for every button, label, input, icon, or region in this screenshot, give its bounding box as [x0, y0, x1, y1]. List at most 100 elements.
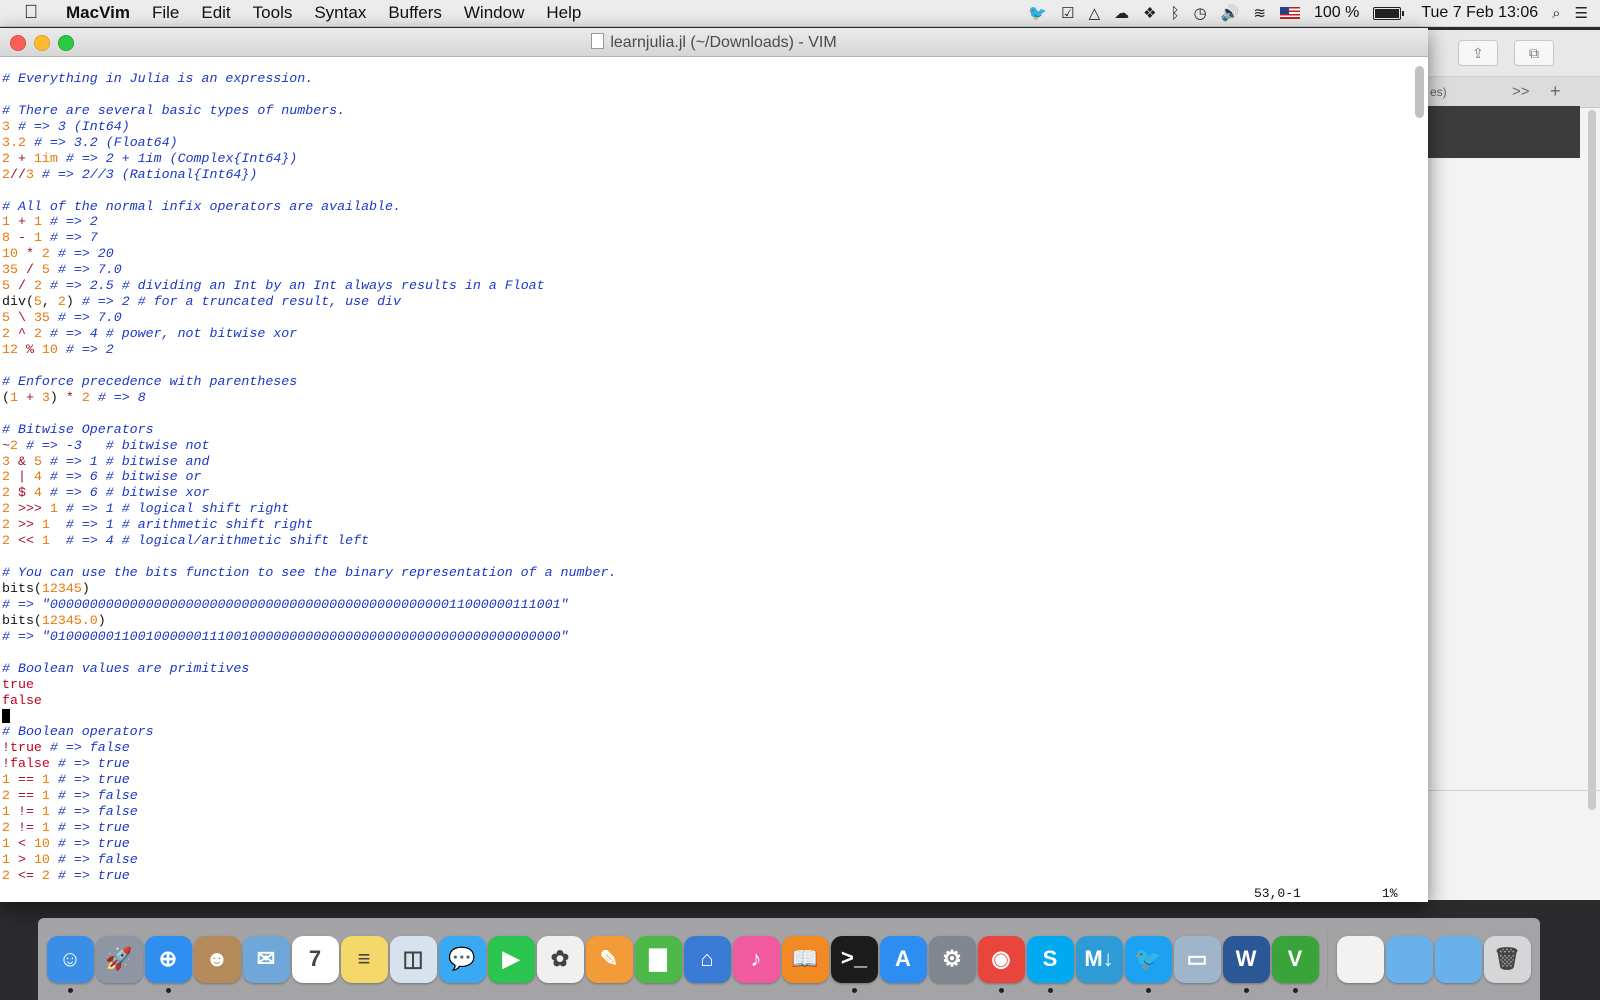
keynote-icon[interactable]: ⌂: [683, 935, 731, 983]
code-line[interactable]: [2, 358, 1410, 374]
code-line[interactable]: 1 == 1 # => true: [2, 772, 1410, 788]
code-line[interactable]: # => "0100000011001000000111001000000000…: [2, 629, 1410, 645]
code-line[interactable]: 2 <= 2 # => true: [2, 868, 1410, 884]
code-line[interactable]: # => "0000000000000000000000000000000000…: [2, 597, 1410, 613]
cloud-icon[interactable]: ☁: [1114, 4, 1129, 22]
code-line[interactable]: 10 * 2 # => 20: [2, 246, 1410, 262]
photos-icon[interactable]: ✿: [536, 935, 584, 983]
menu-buffers[interactable]: Buffers: [388, 3, 442, 23]
time-machine-icon[interactable]: ◷: [1194, 4, 1207, 22]
code-line[interactable]: !true # => false: [2, 740, 1410, 756]
code-line[interactable]: 5 / 2 # => 2.5 # dividing an Int by an I…: [2, 278, 1410, 294]
code-line[interactable]: div(5, 2) # => 2 # for a truncated resul…: [2, 294, 1410, 310]
twitter-icon[interactable]: 🐦: [1028, 4, 1047, 22]
background-tab[interactable]: es): [1430, 85, 1447, 99]
macvim-icon[interactable]: V: [1271, 935, 1319, 993]
dropbox-icon[interactable]: ❖: [1143, 4, 1156, 22]
code-area[interactable]: # Everything in Julia is an expression. …: [0, 57, 1410, 884]
markdown-icon[interactable]: M↓: [1075, 935, 1123, 983]
tab-overflow-icon[interactable]: >>: [1512, 83, 1530, 100]
notification-center-icon[interactable]: ☰: [1575, 4, 1588, 22]
document-proxy-icon[interactable]: [591, 33, 605, 49]
code-line[interactable]: 3 & 5 # => 1 # bitwise and: [2, 454, 1410, 470]
wifi-icon[interactable]: ≋: [1253, 4, 1266, 22]
code-line[interactable]: # Enforce precedence with parentheses: [2, 374, 1410, 390]
code-line[interactable]: 8 - 1 # => 7: [2, 230, 1410, 246]
tabs-overview-icon[interactable]: ⧉: [1514, 40, 1554, 66]
background-scrollbar[interactable]: [1588, 110, 1596, 810]
code-line[interactable]: [2, 708, 1410, 725]
code-line[interactable]: # Bitwise Operators: [2, 422, 1410, 438]
code-line[interactable]: true: [2, 677, 1410, 693]
volume-icon[interactable]: 🔊: [1221, 4, 1240, 22]
ibooks-icon[interactable]: 📖: [781, 935, 829, 983]
code-line[interactable]: # There are several basic types of numbe…: [2, 103, 1410, 119]
code-line[interactable]: 2 >>> 1 # => 1 # logical shift right: [2, 501, 1410, 517]
code-line[interactable]: [2, 87, 1410, 103]
code-line[interactable]: ~2 # => -3 # bitwise not: [2, 438, 1410, 454]
code-line[interactable]: 2 >> 1 # => 1 # arithmetic shift right: [2, 517, 1410, 533]
share-icon[interactable]: ⇪: [1458, 40, 1498, 66]
code-line[interactable]: bits(12345.0): [2, 613, 1410, 629]
flag-icon[interactable]: [1279, 7, 1300, 19]
bluetooth-icon[interactable]: ᛒ: [1171, 5, 1180, 22]
code-line[interactable]: 2 | 4 # => 6 # bitwise or: [2, 469, 1410, 485]
image-capture-icon[interactable]: ▭: [1173, 935, 1221, 983]
twitter-app-icon[interactable]: 🐦: [1124, 935, 1172, 993]
system-preferences-icon[interactable]: ⚙: [928, 935, 976, 983]
menu-tools[interactable]: Tools: [253, 3, 293, 23]
code-line[interactable]: (1 + 3) * 2 # => 8: [2, 390, 1410, 406]
menu-window[interactable]: Window: [464, 3, 524, 23]
code-line[interactable]: 3.2 # => 3.2 (Float64): [2, 135, 1410, 151]
code-line[interactable]: [2, 645, 1410, 661]
menu-help[interactable]: Help: [546, 3, 581, 23]
finder-icon[interactable]: ☺: [46, 935, 94, 993]
code-line[interactable]: 2 == 1 # => false: [2, 788, 1410, 804]
battery-percent[interactable]: 100 %: [1314, 4, 1359, 22]
code-line[interactable]: 3 # => 3 (Int64): [2, 119, 1410, 135]
code-line[interactable]: 5 \ 35 # => 7.0: [2, 310, 1410, 326]
mail-icon[interactable]: ✉: [242, 935, 290, 983]
code-line[interactable]: 1 > 10 # => false: [2, 852, 1410, 868]
code-line[interactable]: # Boolean operators: [2, 724, 1410, 740]
new-tab-button[interactable]: +: [1550, 81, 1561, 102]
menu-edit[interactable]: Edit: [201, 3, 230, 23]
code-line[interactable]: 35 / 5 # => 7.0: [2, 262, 1410, 278]
calendar-icon[interactable]: 7: [291, 935, 339, 983]
code-line[interactable]: 1 != 1 # => false: [2, 804, 1410, 820]
chrome-icon[interactable]: ◉: [977, 935, 1025, 993]
menu-syntax[interactable]: Syntax: [314, 3, 366, 23]
code-line[interactable]: # All of the normal infix operators are …: [2, 199, 1410, 215]
code-line[interactable]: false: [2, 693, 1410, 709]
tasks-icon[interactable]: ☑: [1061, 4, 1074, 22]
editor-buffer[interactable]: # Everything in Julia is an expression. …: [0, 57, 1410, 889]
code-line[interactable]: 2 << 1 # => 4 # logical/arithmetic shift…: [2, 533, 1410, 549]
code-line[interactable]: 2 + 1im # => 2 + 1im (Complex{Int64}): [2, 151, 1410, 167]
menu-file[interactable]: File: [152, 3, 179, 23]
messages-icon[interactable]: 💬: [438, 935, 486, 983]
numbers-icon[interactable]: ▇: [634, 935, 682, 983]
code-line[interactable]: [2, 549, 1410, 565]
spotlight-icon[interactable]: ⌕: [1552, 5, 1560, 22]
launchpad-icon[interactable]: 🚀: [95, 935, 143, 983]
trash-icon[interactable]: 🗑: [1483, 935, 1531, 983]
code-line[interactable]: 2 ^ 2 # => 4 # power, not bitwise xor: [2, 326, 1410, 342]
apple-icon[interactable]: : [24, 2, 46, 24]
editor-scrollbar[interactable]: [1415, 66, 1424, 892]
menu-app-name[interactable]: MacVim: [66, 3, 130, 23]
code-line[interactable]: 12 % 10 # => 2: [2, 342, 1410, 358]
scrollbar-thumb[interactable]: [1415, 66, 1424, 118]
facetime-icon[interactable]: ▶: [487, 935, 535, 983]
code-line[interactable]: [2, 406, 1410, 422]
code-line[interactable]: 2 $ 4 # => 6 # bitwise xor: [2, 485, 1410, 501]
contacts-icon[interactable]: ☻: [193, 935, 241, 983]
skype-icon[interactable]: S: [1026, 935, 1074, 993]
drive-icon[interactable]: △: [1089, 4, 1101, 22]
pages-icon[interactable]: ✎: [585, 935, 633, 983]
notes-icon[interactable]: ≡: [340, 935, 388, 983]
terminal-icon[interactable]: >_: [830, 935, 878, 993]
code-line[interactable]: # You can use the bits function to see t…: [2, 565, 1410, 581]
safari-icon[interactable]: ⊕: [144, 935, 192, 993]
itunes-icon[interactable]: ♪: [732, 935, 780, 983]
code-line[interactable]: 1 + 1 # => 2: [2, 214, 1410, 230]
